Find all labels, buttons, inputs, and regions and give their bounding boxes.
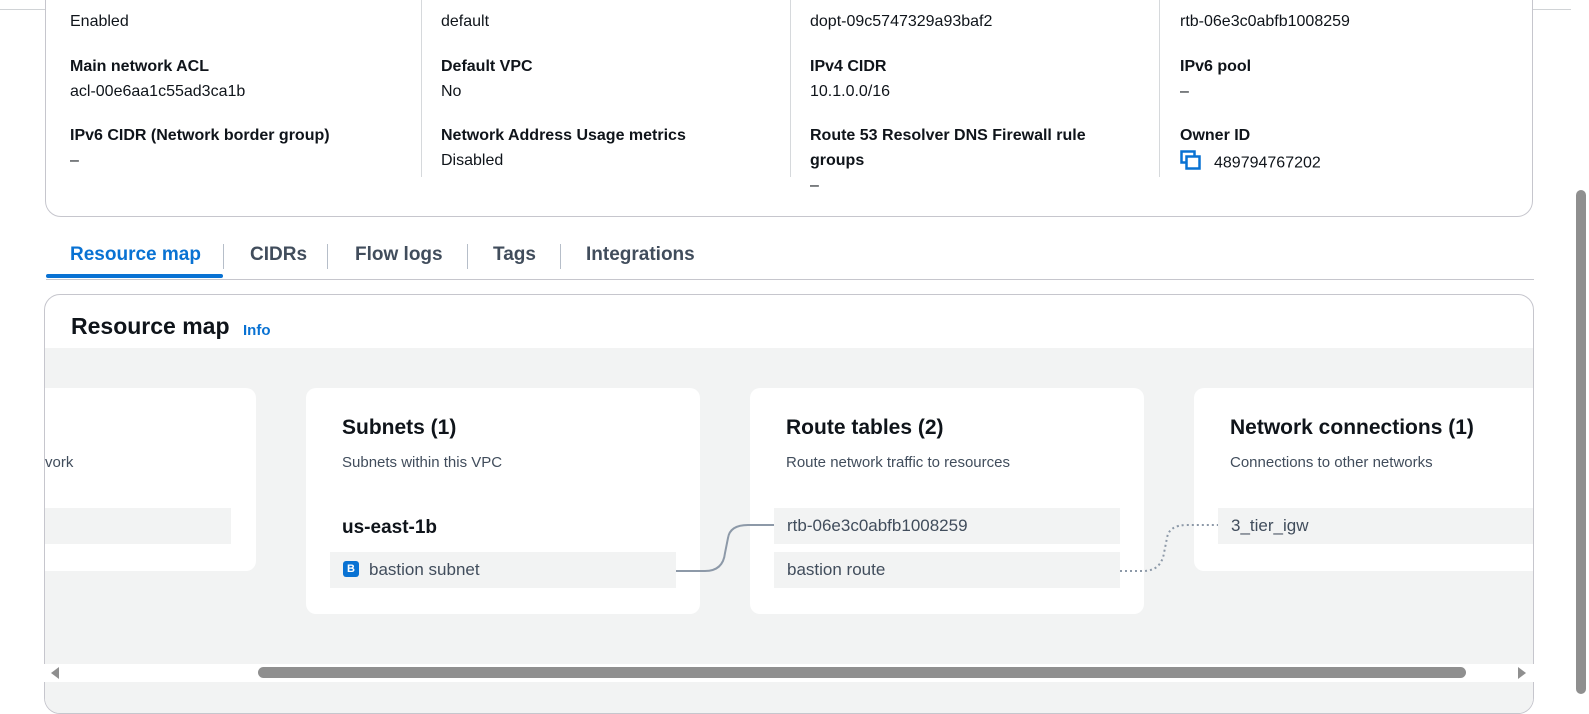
connector-lines [676,524,1218,572]
ipv6-cidr-field: IPv6 CIDR (Network border group) – [70,125,330,172]
subnet-to-route-table-connector [676,524,774,572]
column-divider [790,0,791,177]
owner-id-value: 489794767202 [1214,154,1321,172]
dns-firewall-label-line1: Route 53 Resolver DNS Firewall rule [810,127,1086,144]
tab-separator [560,244,561,269]
main-network-acl-label: Main network ACL [70,58,209,75]
main-network-acl-link[interactable]: acl-00e6aa1c55ad3ca1b [70,81,245,103]
route-table-to-igw-connector [1120,524,1218,572]
dns-firewall-value: – [810,177,819,194]
ipv6-pool-label: IPv6 pool [1180,58,1252,75]
tab-tags[interactable]: Tags [493,236,536,276]
horizontal-scrollbar[interactable] [44,664,1534,682]
tab-separator [467,244,468,269]
vertical-scroll-thumb[interactable] [1576,190,1586,694]
ipv6-cidr-label: IPv6 CIDR (Network border group) [70,127,330,144]
resource-map-heading: Resource map [71,313,230,339]
dns-firewall-label-line2: groups [810,152,865,169]
owner-id-field: Owner ID 489794767202 [1180,125,1321,177]
dns-resolution-value: Enabled [70,13,129,30]
column-divider [1159,0,1160,177]
info-link[interactable]: Info [243,322,271,339]
active-tab-indicator [46,274,223,278]
default-vpc-label: Default VPC [441,58,533,75]
default-vpc-field: Default VPC No [441,56,533,103]
default-vpc-value: No [441,83,462,100]
owner-id-row: 489794767202 [1180,150,1321,177]
ipv6-pool-value: – [1180,83,1189,100]
tab-flow-logs[interactable]: Flow logs [355,236,443,276]
scroll-right-arrow-icon[interactable] [1518,667,1526,679]
vpc-details-panel: Enabled Main network ACL acl-00e6aa1c55a… [45,0,1533,217]
vertical-scrollbar[interactable] [1571,0,1589,694]
main-network-acl-field: Main network ACL acl-00e6aa1c55ad3ca1b [70,56,245,103]
tab-integrations[interactable]: Integrations [586,236,695,276]
main-route-table-link[interactable]: rtb-06e3c0abfb1008259 [1180,11,1350,33]
ipv4-cidr-field: IPv4 CIDR 10.1.0.0/16 [810,56,890,103]
tab-cidrs[interactable]: CIDRs [250,236,307,276]
dhcp-options-field: dopt-09c5747329a93baf2 [810,11,992,33]
tenancy-value: default [441,13,490,30]
resource-map-canvas[interactable]: vork Subnets (1) Subnets within this VPC… [45,348,1533,713]
dhcp-options-link[interactable]: dopt-09c5747329a93baf2 [810,11,992,33]
nau-metrics-value: Disabled [441,152,504,169]
dns-firewall-field: Route 53 Resolver DNS Firewall rule grou… [810,125,1086,197]
ipv6-cidr-value: – [70,152,79,169]
main-route-table-field: rtb-06e3c0abfb1008259 [1180,11,1350,33]
tab-separator [223,244,224,269]
column-divider [421,0,422,177]
tenancy-field: default [441,11,489,33]
nau-metrics-label: Network Address Usage metrics [441,127,686,144]
ipv4-cidr-value: 10.1.0.0/16 [810,83,891,100]
owner-id-label: Owner ID [1180,127,1251,144]
ipv6-pool-field: IPv6 pool – [1180,56,1251,103]
tab-resource-map[interactable]: Resource map [70,236,201,276]
copy-icon[interactable] [1180,150,1202,177]
scroll-left-arrow-icon[interactable] [51,667,59,679]
nau-metrics-field: Network Address Usage metrics Disabled [441,125,686,172]
resource-map-panel: Resource map Info vork Subnets (1) Subne… [44,294,1534,714]
vpc-tabs: Resource map CIDRs Flow logs Tags Integr… [46,236,1534,280]
ipv4-cidr-label: IPv4 CIDR [810,58,887,75]
dns-resolution-field: Enabled [70,11,129,33]
horizontal-scroll-thumb[interactable] [258,667,1466,678]
tab-separator [327,244,328,269]
